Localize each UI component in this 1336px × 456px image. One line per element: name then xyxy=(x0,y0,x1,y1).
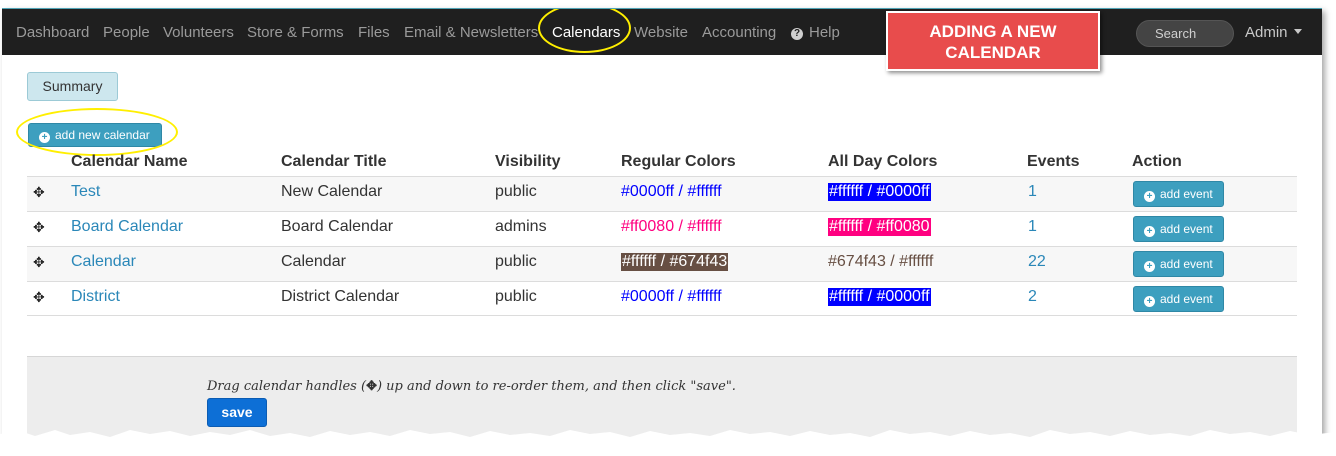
nav-store-forms[interactable]: Store & Forms xyxy=(247,24,344,41)
nav-help-label: Help xyxy=(809,24,840,41)
calendar-title: District Calendar xyxy=(281,288,400,305)
reorder-instructions: Drag calendar handles (✥) up and down to… xyxy=(207,379,736,394)
events-count-link[interactable]: 1 xyxy=(1028,218,1037,236)
calendar-visibility: public xyxy=(495,183,537,200)
move-handle-icon: ✥ xyxy=(366,379,377,394)
events-count-link[interactable]: 1 xyxy=(1028,183,1037,201)
torn-edge xyxy=(0,430,1336,456)
table-row: ✥ Test New Calendar public #0000ff / #ff… xyxy=(27,176,1297,211)
add-event-button[interactable]: + add event xyxy=(1133,286,1224,312)
table-row: ✥ Calendar Calendar public #ffffff / #67… xyxy=(27,246,1297,281)
save-button[interactable]: save xyxy=(207,398,267,427)
nav-accounting[interactable]: Accounting xyxy=(702,24,776,41)
nav-email-newsletters[interactable]: Email & Newsletters xyxy=(404,24,538,41)
add-event-button[interactable]: + add event xyxy=(1133,251,1224,277)
top-navbar: Dashboard People Volunteers Store & Form… xyxy=(2,9,1322,55)
table-row: ✥ Board Calendar Board Calendar admins #… xyxy=(27,211,1297,246)
search-input[interactable]: Search xyxy=(1136,20,1234,47)
admin-menu[interactable]: Admin xyxy=(1245,24,1302,41)
plus-circle-icon: + xyxy=(1144,296,1155,307)
header-all-day-colors: All Day Colors xyxy=(828,153,938,170)
events-count-link[interactable]: 2 xyxy=(1028,288,1037,306)
all-day-colors: #ffffff / #ff0080 xyxy=(828,218,931,236)
calendar-title: Calendar xyxy=(281,253,346,270)
nav-website[interactable]: Website xyxy=(634,24,688,41)
move-handle-icon[interactable]: ✥ xyxy=(33,254,45,271)
calendar-title: New Calendar xyxy=(281,183,383,200)
calendar-name-link[interactable]: Test xyxy=(71,183,100,201)
nav-volunteers[interactable]: Volunteers xyxy=(163,24,234,41)
nav-help[interactable]: ? Help xyxy=(791,24,840,41)
table-row: ✥ District District Calendar public #000… xyxy=(27,281,1297,316)
callout-line-2: CALENDAR xyxy=(945,43,1041,62)
plus-circle-icon: + xyxy=(1144,261,1155,272)
calendar-visibility: public xyxy=(495,253,537,270)
move-handle-icon[interactable]: ✥ xyxy=(33,184,45,201)
regular-colors: #ffffff / #674f43 xyxy=(621,253,729,271)
note-text-start: Drag calendar handles ( xyxy=(207,379,367,394)
help-circle-icon: ? xyxy=(791,28,803,40)
calendar-title: Board Calendar xyxy=(281,218,394,235)
calendar-name-link[interactable]: Calendar xyxy=(71,253,136,271)
app-window: Dashboard People Volunteers Store & Form… xyxy=(2,8,1322,448)
plus-circle-icon: + xyxy=(39,132,50,143)
header-regular-colors: Regular Colors xyxy=(621,153,736,170)
callout-line-1: ADDING A NEW xyxy=(929,22,1057,41)
header-visibility: Visibility xyxy=(495,153,561,170)
summary-button[interactable]: Summary xyxy=(27,72,118,101)
calendar-visibility: public xyxy=(495,288,537,305)
events-count-link[interactable]: 22 xyxy=(1028,253,1046,271)
move-handle-icon[interactable]: ✥ xyxy=(33,289,45,306)
nav-people[interactable]: People xyxy=(103,24,150,41)
move-handle-icon[interactable]: ✥ xyxy=(33,219,45,236)
regular-colors: #ff0080 / #ffffff xyxy=(621,218,722,235)
add-event-label: add event xyxy=(1160,292,1213,306)
add-new-calendar-button[interactable]: + add new calendar xyxy=(28,123,162,147)
regular-colors: #0000ff / #ffffff xyxy=(621,183,722,200)
calendar-name-link[interactable]: District xyxy=(71,288,120,306)
add-new-calendar-label: add new calendar xyxy=(55,128,150,142)
plus-circle-icon: + xyxy=(1144,226,1155,237)
nav-dashboard[interactable]: Dashboard xyxy=(16,24,89,41)
all-day-colors: #674f43 / #ffffff xyxy=(828,253,934,270)
header-events: Events xyxy=(1027,153,1080,170)
add-event-label: add event xyxy=(1160,257,1213,271)
regular-colors: #0000ff / #ffffff xyxy=(621,288,722,305)
nav-calendars[interactable]: Calendars xyxy=(552,24,620,41)
header-calendar-title: Calendar Title xyxy=(281,153,387,170)
plus-circle-icon: + xyxy=(1144,191,1155,202)
add-event-label: add event xyxy=(1160,187,1213,201)
tutorial-callout: ADDING A NEW CALENDAR xyxy=(886,11,1100,71)
add-event-button[interactable]: + add event xyxy=(1133,216,1224,242)
admin-label: Admin xyxy=(1245,24,1288,41)
header-calendar-name: Calendar Name xyxy=(71,153,188,170)
all-day-colors: #ffffff / #0000ff xyxy=(828,288,931,306)
add-event-label: add event xyxy=(1160,222,1213,236)
all-day-colors: #ffffff / #0000ff xyxy=(828,183,931,201)
note-text-end: ) up and down to re-order them, and then… xyxy=(376,379,736,394)
caret-down-icon xyxy=(1293,29,1302,34)
header-action: Action xyxy=(1132,153,1182,170)
nav-files[interactable]: Files xyxy=(358,24,390,41)
add-event-button[interactable]: + add event xyxy=(1133,181,1224,207)
calendar-name-link[interactable]: Board Calendar xyxy=(71,218,183,236)
calendar-visibility: admins xyxy=(495,218,547,235)
